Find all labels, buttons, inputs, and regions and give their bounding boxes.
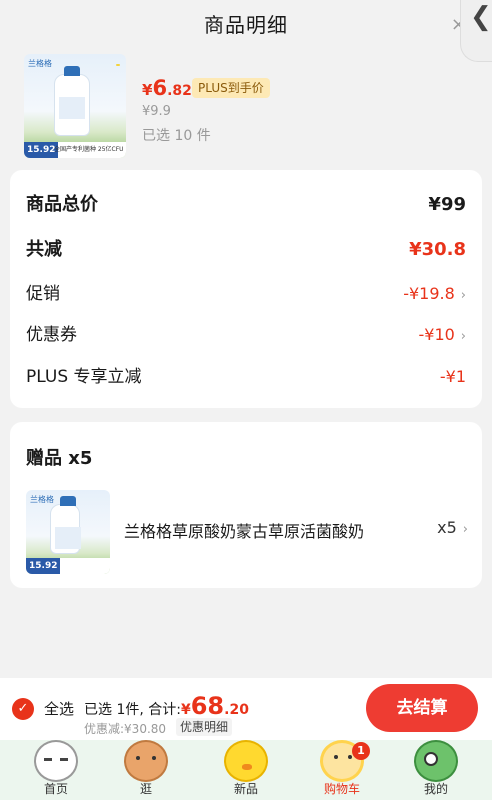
row-label: 优惠券	[26, 325, 77, 345]
gift-image[interactable]: 兰格格 15.92	[26, 490, 110, 574]
chevron-right-icon: ›	[460, 288, 466, 303]
product-price: ¥6.82	[142, 76, 192, 100]
gifts-card: 赠品 x5 兰格格 15.92 兰格格草原酸奶蒙古草原活菌酸奶 x5 ›	[10, 422, 482, 588]
bear-icon	[124, 740, 168, 782]
plus-price-tag: PLUS到手价	[192, 78, 270, 98]
thumb-badge	[116, 64, 120, 66]
bottom-tabbar: 首页 逛 新品 1 购物车 我的	[0, 740, 492, 800]
chevron-right-icon: ›	[460, 329, 466, 344]
selected-count: 已选 10 件	[142, 128, 211, 144]
select-all-label[interactable]: 全选	[44, 698, 74, 720]
row-plus-discount: PLUS 专享立减 -¥1	[26, 364, 466, 390]
fish-icon	[414, 740, 458, 782]
row-label: 商品总价	[26, 194, 98, 215]
cat-icon	[34, 740, 78, 782]
yogurt-bottle-icon	[54, 66, 90, 136]
product-summary: 兰格格 15.92 全国产专利菌种 25亿CFU ¥6.82 PLUS到手价 ¥…	[0, 50, 492, 162]
row-value-text: -¥19.8	[403, 284, 455, 303]
cart-badge: 1	[352, 742, 370, 760]
row-total-discount: 共减 ¥30.8	[26, 237, 466, 263]
tab-label: 新品	[233, 782, 258, 796]
row-value: ¥99	[428, 194, 466, 215]
price-breakdown-card: 商品总价 ¥99 共减 ¥30.8 促销 -¥19.8 › 优惠券 -¥10 › P…	[10, 170, 482, 408]
row-value: -¥1	[439, 367, 466, 386]
tab-label: 购物车	[323, 782, 360, 796]
product-image[interactable]: 兰格格 15.92 全国产专利菌种 25亿CFU	[24, 54, 126, 158]
discount-text: 优惠减:¥30.80	[84, 722, 167, 736]
tab-label: 逛	[139, 782, 152, 796]
discount-detail-button[interactable]: 优惠明细	[176, 718, 233, 736]
row-label: 共减	[26, 239, 62, 260]
row-value: -¥19.8 ›	[403, 281, 466, 309]
page-title: 商品明细	[204, 13, 288, 37]
tab-home[interactable]: 首页	[16, 740, 96, 800]
chick-icon	[224, 740, 268, 782]
select-all-checkbox[interactable]: ✓	[12, 698, 34, 720]
price-integer: 6	[152, 76, 168, 100]
row-total-price: 商品总价 ¥99	[26, 192, 466, 218]
price-currency: ¥	[142, 81, 153, 99]
row-label: 促销	[26, 284, 60, 304]
row-value: -¥10 ›	[418, 322, 466, 350]
checkout-bar: ✓ 全选 已选 1件, 合计:¥68.20 优惠减:¥30.80 优惠明细 去结…	[0, 678, 492, 740]
gift-qty-text: x5	[437, 518, 457, 537]
original-price: ¥9.9	[142, 104, 171, 119]
chevron-right-icon: ›	[462, 522, 468, 537]
selected-text: 已选 1件, 合计:	[84, 702, 181, 718]
checkout-button[interactable]: 去结算	[366, 684, 478, 732]
thumb-price-strip: 15.92	[26, 558, 110, 574]
gift-item-name[interactable]: 兰格格草原酸奶蒙古草原活菌酸奶	[124, 518, 406, 542]
yogurt-bottle-icon	[50, 496, 81, 554]
thumb-brand: 兰格格	[30, 495, 54, 504]
total-price: ¥68.20	[180, 692, 249, 720]
tab-label: 我的	[423, 782, 448, 796]
total-currency: ¥	[180, 702, 191, 718]
row-coupon[interactable]: 优惠券 -¥10 ›	[26, 322, 466, 348]
tab-browse[interactable]: 逛	[106, 740, 186, 800]
gift-item-qty[interactable]: x5 ›	[437, 518, 468, 537]
tab-label: 首页	[43, 782, 68, 796]
thumb-price-strip: 15.92 全国产专利菌种 25亿CFU	[24, 142, 126, 158]
tab-cart[interactable]: 1 购物车	[302, 740, 382, 800]
thumb-brand: 兰格格	[28, 59, 52, 68]
chevron-left-icon: ❮	[470, 2, 492, 32]
thumb-price: 15.92	[26, 558, 61, 574]
row-value-text: -¥10	[418, 325, 455, 344]
total-integer: 68	[190, 692, 225, 720]
row-value: ¥30.8	[409, 239, 466, 260]
selection-total: 已选 1件, 合计:¥68.20	[84, 692, 249, 720]
price-decimal: .82	[167, 83, 192, 99]
row-label: PLUS 专享立减	[26, 367, 142, 387]
total-decimal: .20	[224, 702, 249, 718]
modal-header: 商品明细 ×	[0, 0, 492, 50]
gifts-title: 赠品 x5	[26, 448, 93, 469]
row-promotion[interactable]: 促销 -¥19.8 ›	[26, 281, 466, 307]
thumb-caption: 全国产专利菌种 25亿CFU	[54, 146, 124, 153]
tab-profile[interactable]: 我的	[396, 740, 476, 800]
tab-new[interactable]: 新品	[206, 740, 286, 800]
